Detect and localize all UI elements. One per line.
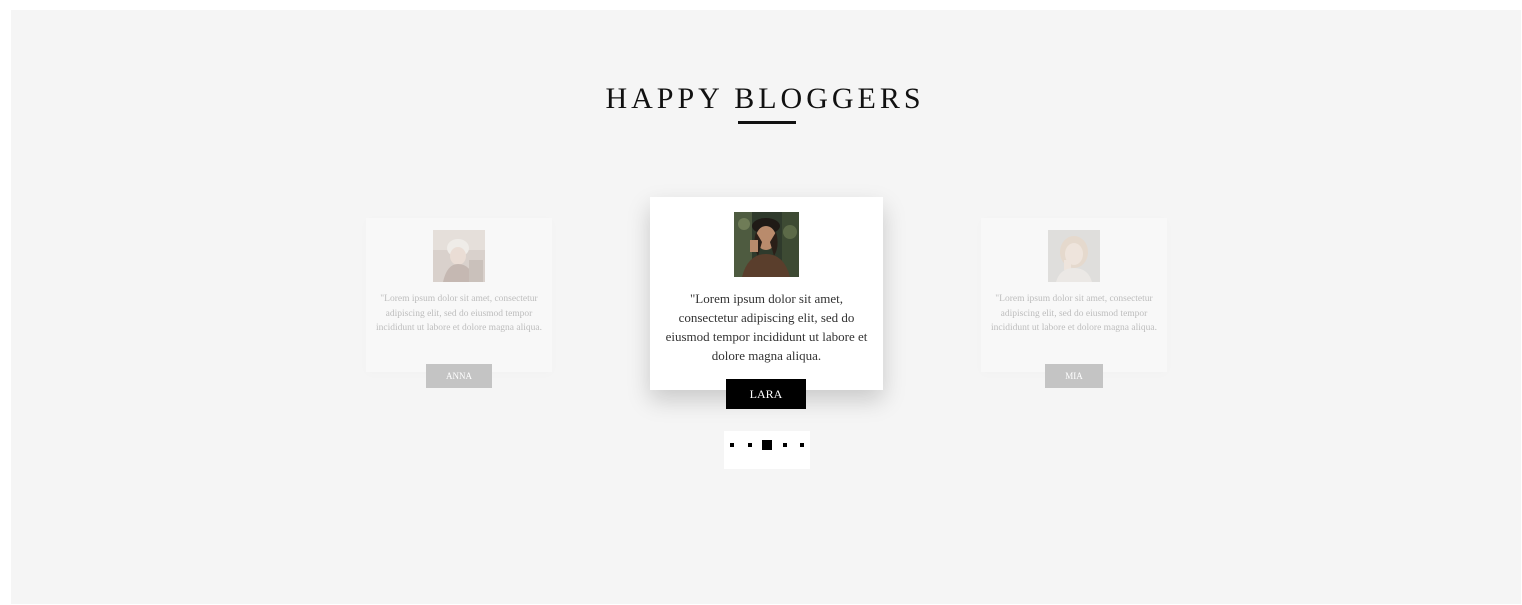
pagination-dot[interactable] — [748, 443, 752, 447]
pagination-dot[interactable] — [783, 443, 787, 447]
testimonial-card-mia[interactable]: "Lorem ipsum dolor sit amet, consectetur… — [981, 218, 1167, 372]
testimonial-quote: "Lorem ipsum dolor sit amet, consectetur… — [665, 291, 868, 363]
testimonial-card-lara[interactable]: "Lorem ipsum dolor sit amet, consectetur… — [650, 197, 883, 390]
carousel-pagination — [724, 431, 810, 469]
title-underline — [738, 121, 796, 124]
pagination-dot[interactable] — [730, 443, 734, 447]
section-title: HAPPY BLOGGERS — [605, 82, 925, 115]
testimonial-card-anna[interactable]: "Lorem ipsum dolor sit amet, consectetur… — [366, 218, 552, 372]
testimonial-quote: "Lorem ipsum dolor sit amet, consectetur… — [376, 294, 542, 333]
name-tag-mia[interactable]: MIA — [1045, 364, 1103, 388]
testimonial-quote: "Lorem ipsum dolor sit amet, consectetur… — [991, 294, 1157, 333]
avatar-lara — [734, 212, 799, 277]
avatar-anna — [433, 230, 485, 282]
name-tag-lara[interactable]: LARA — [726, 379, 806, 409]
avatar-mia — [1048, 230, 1100, 282]
pagination-dot[interactable] — [800, 443, 804, 447]
name-tag-anna[interactable]: ANNA — [426, 364, 492, 388]
pagination-dot-active[interactable] — [762, 440, 772, 450]
